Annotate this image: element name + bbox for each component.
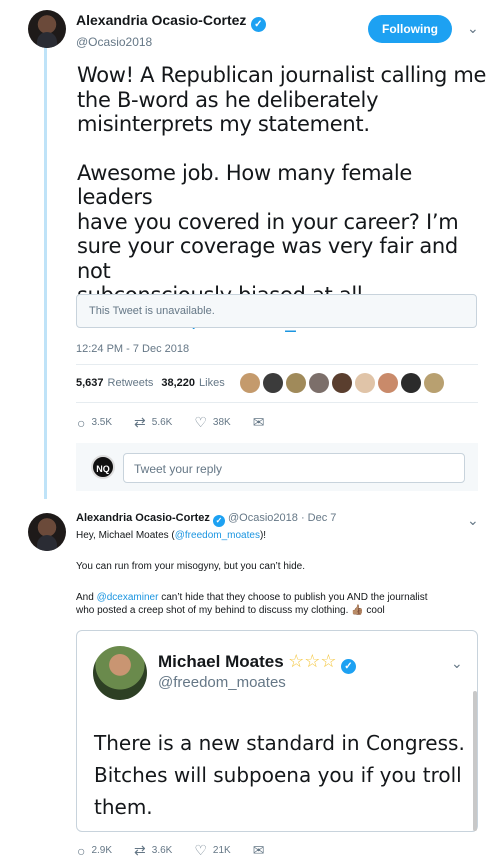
liker-avatar[interactable] [309, 373, 329, 393]
tweet-text-line: You can run from your misogyny, but you … [76, 561, 306, 572]
liker-avatars [240, 373, 447, 393]
reply-tweet-text: Hey, Michael Moates (@freedom_moates)! Y… [76, 529, 486, 617]
direct-message-button[interactable]: ✉ [253, 842, 265, 859]
liker-avatar[interactable] [424, 373, 444, 393]
reply-button[interactable]: ○ 2.9K [77, 842, 112, 859]
reply-icon: ○ [77, 414, 86, 431]
tweet-text-line: sure your coverage was very fair and not [77, 234, 458, 283]
tweet-text-line: Awesome job. How many female leaders [77, 160, 413, 210]
unavailable-quote-card[interactable]: This Tweet is unavailable. [76, 294, 477, 328]
thread-connector-line [44, 46, 47, 499]
retweet-icon: ⇄ [134, 842, 146, 858]
avatar[interactable] [28, 10, 66, 48]
verified-badge-icon: ✓ [250, 17, 266, 32]
author-name[interactable]: Alexandria Ocasio-Cortez [76, 12, 246, 28]
quoted-tweet-text: There is a new standard in Congress. Bit… [94, 727, 474, 823]
scrollbar[interactable] [473, 691, 477, 831]
chevron-down-icon[interactable]: ⌄ [451, 655, 463, 672]
liker-avatar[interactable] [286, 373, 306, 393]
user-avatar[interactable]: NQ [91, 455, 115, 479]
reply-tweet-header: Alexandria Ocasio-Cortez ✓ @Ocasio2018 ·… [76, 512, 336, 527]
tweet-author: Alexandria Ocasio-Cortez ✓ @Ocasio2018 [76, 12, 266, 49]
tweet-text-line: misinterprets my statement. [77, 112, 370, 136]
envelope-icon: ✉ [252, 414, 265, 430]
likes-count[interactable]: 38,220 [161, 377, 195, 389]
verified-badge-icon: ✓ [340, 659, 356, 674]
retweet-button[interactable]: ⇄ 5.6K [134, 414, 172, 431]
retweets-label[interactable]: Retweets [108, 377, 154, 389]
like-count: 38K [212, 417, 231, 428]
direct-message-button[interactable]: ✉ [253, 414, 265, 431]
chevron-down-icon[interactable]: ⌄ [467, 20, 479, 37]
retweet-count: 3.6K [151, 845, 173, 856]
tweet-text-line: who posted a creep shot of my behind to … [76, 605, 385, 616]
quoted-author-handle[interactable]: @freedom_moates [158, 674, 356, 691]
liker-avatar[interactable] [263, 373, 283, 393]
quoted-text-line: Bitches will subpoena you if you troll [94, 763, 462, 787]
divider [76, 402, 478, 403]
tweet-text: Wow! A Republican journalist calling me … [77, 63, 492, 332]
retweets-count[interactable]: 5,637 [76, 377, 104, 389]
author-name[interactable]: Alexandria Ocasio-Cortez [76, 512, 210, 524]
quoted-author: Michael Moates ☆☆☆ ✓ @freedom_moates [158, 651, 356, 691]
tweet-text-span: )! [259, 530, 267, 541]
quoted-author-avatar [93, 646, 147, 700]
star-icon: ☆☆☆ [288, 651, 337, 671]
author-handle[interactable]: @Ocasio2018 [228, 512, 298, 524]
tweet-date[interactable]: · Dec 7 [301, 512, 336, 524]
tweet-timestamp[interactable]: 12:24 PM - 7 Dec 2018 [76, 343, 189, 355]
tweet-actions: ○ 3.5K ⇄ 5.6K ♡ 38K ✉ [77, 414, 264, 431]
chevron-down-icon[interactable]: ⌄ [467, 512, 479, 529]
quoted-text-line: There is a new standard in Congress. [94, 731, 465, 755]
tweet-text-line: Wow! A Republican journalist calling me [77, 63, 487, 87]
heart-icon: ♡ [194, 842, 207, 858]
mention-link[interactable]: @freedom_moates [175, 530, 260, 541]
like-count: 21K [212, 845, 231, 856]
tweet-text-span: can’t hide that they choose to publish y… [158, 592, 428, 603]
tweet-text-line: the B-word as he deliberately [77, 87, 379, 112]
like-button[interactable]: ♡ 21K [194, 842, 230, 859]
unavailable-text: This Tweet is unavailable. [89, 305, 215, 317]
tweet-text-span: Hey, Michael Moates ( [76, 530, 175, 541]
reply-button[interactable]: ○ 3.5K [77, 414, 112, 431]
mention-link[interactable]: @dcexaminer [97, 592, 159, 603]
reply-icon: ○ [77, 842, 86, 859]
divider [76, 364, 478, 365]
reply-count: 2.9K [91, 845, 113, 856]
like-button[interactable]: ♡ 38K [194, 414, 230, 431]
reply-input[interactable]: Tweet your reply [123, 453, 465, 483]
liker-avatar[interactable] [332, 373, 352, 393]
quoted-author-name[interactable]: Michael Moates [158, 652, 284, 671]
reply-composer: NQ Tweet your reply [76, 443, 478, 491]
verified-badge-icon: ✓ [212, 515, 225, 527]
following-button[interactable]: Following [368, 15, 452, 43]
likes-label[interactable]: Likes [199, 377, 225, 389]
quoted-text-line: them. [94, 795, 153, 819]
reply-count: 3.5K [91, 417, 113, 428]
retweet-count: 5.6K [151, 417, 173, 428]
tweet-text-line: have you covered in your career? I’m [77, 209, 459, 234]
reply-tweet-actions: ○ 2.9K ⇄ 3.6K ♡ 21K ✉ [77, 842, 264, 859]
heart-icon: ♡ [194, 414, 207, 430]
envelope-icon: ✉ [252, 842, 265, 858]
liker-avatar[interactable] [401, 373, 421, 393]
liker-avatar[interactable] [355, 373, 375, 393]
liker-avatar[interactable] [378, 373, 398, 393]
retweet-icon: ⇄ [134, 414, 146, 430]
quoted-tweet-card[interactable]: Michael Moates ☆☆☆ ✓ @freedom_moates ⌄ T… [76, 630, 478, 832]
author-handle[interactable]: @Ocasio2018 [76, 35, 266, 49]
liker-avatar[interactable] [240, 373, 260, 393]
tweet-text-span: And [76, 592, 97, 603]
retweet-button[interactable]: ⇄ 3.6K [134, 842, 172, 859]
avatar[interactable] [28, 513, 66, 551]
tweet-stats: 5,637 Retweets 38,220 Likes [76, 377, 225, 389]
